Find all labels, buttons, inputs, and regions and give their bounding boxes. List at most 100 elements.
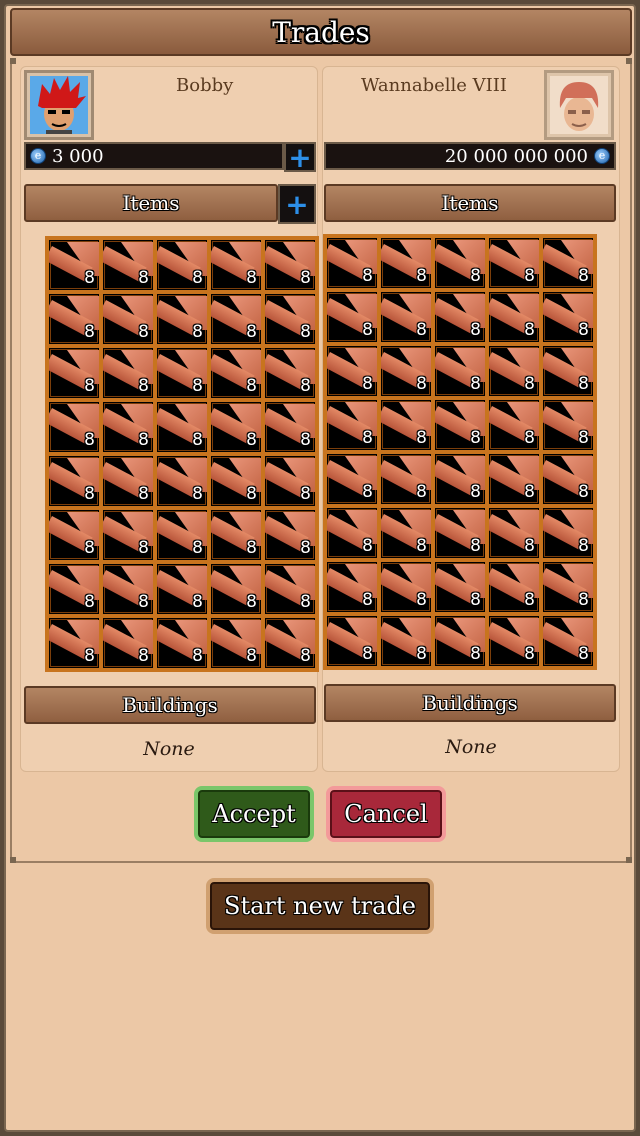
add-money-button[interactable]: + [284,141,316,174]
item-slot[interactable]: 8 [101,292,155,346]
item-slot[interactable]: 8 [487,560,541,614]
item-slot[interactable]: 8 [433,614,487,668]
item-slot[interactable]: 8 [433,506,487,560]
item-slot[interactable]: 8 [487,506,541,560]
item-slot[interactable]: 8 [209,346,263,400]
item-slot[interactable]: 8 [47,400,101,454]
item-slot[interactable]: 8 [325,614,379,668]
item-slot[interactable]: 8 [209,454,263,508]
item-slot[interactable]: 8 [155,400,209,454]
item-slot[interactable]: 8 [541,398,595,452]
cancel-button[interactable]: Cancel [326,786,446,842]
item-slot[interactable]: 8 [263,562,317,616]
item-slot[interactable]: 8 [487,452,541,506]
item-slot[interactable]: 8 [325,290,379,344]
item-slot[interactable]: 8 [209,562,263,616]
item-slot[interactable]: 8 [433,344,487,398]
item-slot[interactable]: 8 [433,560,487,614]
item-slot[interactable]: 8 [433,236,487,290]
item-slot[interactable]: 8 [155,508,209,562]
item-slot[interactable]: 8 [101,616,155,670]
item-slot[interactable]: 8 [541,452,595,506]
right-player-avatar[interactable] [544,70,614,140]
item-slot[interactable]: 8 [101,400,155,454]
item-slot[interactable]: 8 [541,560,595,614]
item-slot[interactable]: 8 [379,290,433,344]
item-slot[interactable]: 8 [209,400,263,454]
item-slot[interactable]: 8 [487,236,541,290]
item-slot[interactable]: 8 [47,292,101,346]
item-count: 8 [578,320,589,340]
item-slot[interactable]: 8 [263,616,317,670]
item-count: 8 [246,430,257,450]
item-slot[interactable]: 8 [101,346,155,400]
item-slot[interactable]: 8 [325,344,379,398]
item-slot[interactable]: 8 [47,508,101,562]
item-slot[interactable]: 8 [433,452,487,506]
item-slot[interactable]: 8 [541,344,595,398]
item-slot[interactable]: 8 [47,562,101,616]
item-count: 8 [84,376,95,396]
item-count: 8 [246,538,257,558]
item-slot[interactable]: 8 [47,616,101,670]
item-slot[interactable]: 8 [487,290,541,344]
item-slot[interactable]: 8 [263,508,317,562]
corner-ornament [626,857,632,863]
item-slot[interactable]: 8 [263,292,317,346]
item-slot[interactable]: 8 [325,452,379,506]
item-slot[interactable]: 8 [325,236,379,290]
left-buildings-value: None [143,738,195,760]
item-slot[interactable]: 8 [101,238,155,292]
item-slot[interactable]: 8 [325,560,379,614]
item-slot[interactable]: 8 [379,398,433,452]
item-slot[interactable]: 8 [379,344,433,398]
item-slot[interactable]: 8 [541,614,595,668]
item-slot[interactable]: 8 [155,562,209,616]
accept-button[interactable]: Accept [194,786,314,842]
item-slot[interactable]: 8 [155,346,209,400]
item-slot[interactable]: 8 [263,346,317,400]
item-slot[interactable]: 8 [263,238,317,292]
item-slot[interactable]: 8 [325,398,379,452]
item-slot[interactable]: 8 [155,454,209,508]
item-slot[interactable]: 8 [379,506,433,560]
item-slot[interactable]: 8 [101,508,155,562]
item-slot[interactable]: 8 [47,346,101,400]
item-slot[interactable]: 8 [47,238,101,292]
item-slot[interactable]: 8 [487,614,541,668]
item-slot[interactable]: 8 [155,238,209,292]
item-slot[interactable]: 8 [541,236,595,290]
item-slot[interactable]: 8 [487,344,541,398]
item-slot[interactable]: 8 [379,452,433,506]
item-slot[interactable]: 8 [433,290,487,344]
item-count: 8 [524,644,535,664]
item-slot[interactable]: 8 [379,560,433,614]
right-buildings-header: Buildings [324,684,616,722]
item-slot[interactable]: 8 [155,292,209,346]
item-slot[interactable]: 8 [47,454,101,508]
item-slot[interactable]: 8 [433,398,487,452]
item-slot[interactable]: 8 [379,614,433,668]
item-count: 8 [470,428,481,448]
add-item-button[interactable]: + [278,184,316,224]
item-count: 8 [192,646,203,666]
item-slot[interactable]: 8 [541,290,595,344]
item-slot[interactable]: 8 [209,508,263,562]
item-slot[interactable]: 8 [325,506,379,560]
item-slot[interactable]: 8 [263,454,317,508]
corner-ornament [10,58,16,64]
item-slot[interactable]: 8 [541,506,595,560]
left-player-avatar[interactable] [24,70,94,140]
item-slot[interactable]: 8 [209,292,263,346]
item-slot[interactable]: 8 [155,616,209,670]
item-slot[interactable]: 8 [487,398,541,452]
item-count: 8 [524,374,535,394]
start-new-trade-button[interactable]: Start new trade [206,878,434,934]
item-slot[interactable]: 8 [379,236,433,290]
item-slot[interactable]: 8 [101,562,155,616]
item-slot[interactable]: 8 [101,454,155,508]
item-slot[interactable]: 8 [209,238,263,292]
item-slot[interactable]: 8 [263,400,317,454]
item-count: 8 [524,482,535,502]
item-slot[interactable]: 8 [209,616,263,670]
